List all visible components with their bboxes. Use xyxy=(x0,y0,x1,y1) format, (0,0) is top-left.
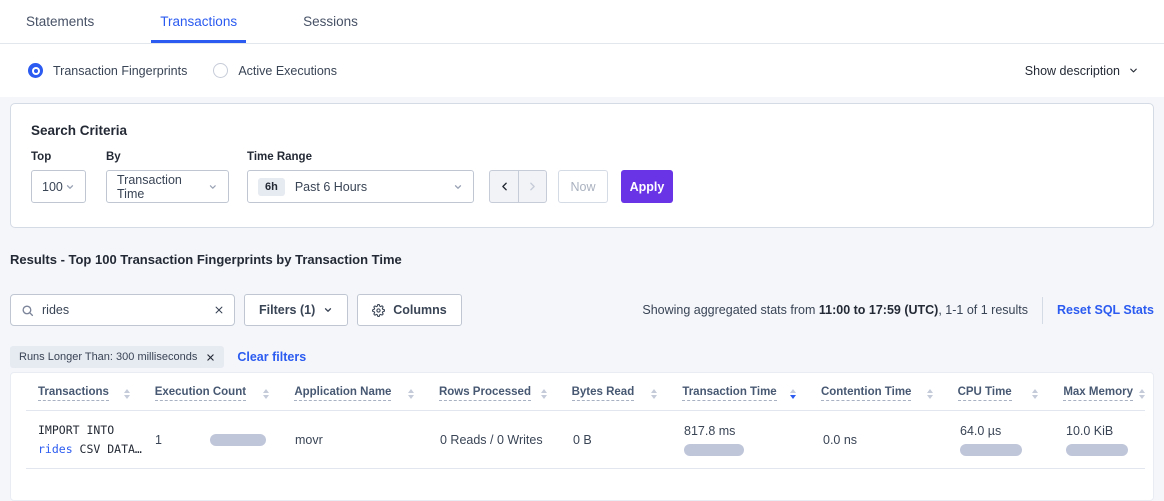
now-button[interactable]: Now xyxy=(558,170,608,203)
column-header-execution-count[interactable]: Execution Count xyxy=(155,386,295,401)
clear-filters-link[interactable]: Clear filters xyxy=(237,350,306,364)
search-criteria-title: Search Criteria xyxy=(31,123,1133,138)
chevron-down-icon xyxy=(1128,65,1139,76)
radio-selected-icon xyxy=(28,63,43,78)
cell-execution-count: 1 xyxy=(155,433,295,447)
radio-label: Active Executions xyxy=(238,64,337,78)
column-header-contention-time[interactable]: Contention Time xyxy=(821,386,958,401)
column-header-application-name[interactable]: Application Name xyxy=(294,386,439,401)
time-range-field: Time Range 6h Past 6 Hours xyxy=(247,151,474,203)
radio-unselected-icon xyxy=(213,63,228,78)
sort-icon[interactable] xyxy=(408,389,414,399)
cell-transaction-fingerprint[interactable]: IMPORT INTO rides CSV DATA… xyxy=(26,421,155,459)
time-next-button[interactable] xyxy=(518,171,546,202)
cell-bytes-read: 0 B xyxy=(573,433,684,447)
stats-time-range: 11:00 to 17:59 (UTC) xyxy=(819,303,938,317)
tab-sessions[interactable]: Sessions xyxy=(294,0,367,43)
chevron-down-icon xyxy=(208,182,218,192)
sort-icon[interactable] xyxy=(927,389,933,399)
clear-search-icon[interactable] xyxy=(214,305,224,315)
execution-count-bar xyxy=(210,434,266,446)
radio-label: Transaction Fingerprints xyxy=(53,64,187,78)
cell-application-name: movr xyxy=(295,433,440,447)
top-select[interactable]: 100 xyxy=(31,170,86,203)
sort-icon[interactable] xyxy=(1032,389,1038,399)
view-toggle-row: Transaction Fingerprints Active Executio… xyxy=(0,44,1164,97)
tab-statements[interactable]: Statements xyxy=(17,0,103,43)
cpu-time-bar xyxy=(960,444,1022,456)
radio-transaction-fingerprints[interactable]: Transaction Fingerprints xyxy=(28,63,187,78)
time-range-value: Past 6 Hours xyxy=(295,180,367,194)
by-select[interactable]: Transaction Time xyxy=(106,170,229,203)
search-criteria-form: Top 100 By Transaction Time Time Range 6… xyxy=(31,151,1133,203)
chevron-down-icon xyxy=(323,305,333,315)
cell-contention-time: 0.0 ns xyxy=(823,433,960,447)
column-header-transactions[interactable]: Transactions xyxy=(26,386,155,401)
sort-icon[interactable] xyxy=(790,389,796,399)
columns-button[interactable]: Columns xyxy=(357,294,461,326)
sql-table-link[interactable]: rides xyxy=(38,442,73,456)
cell-transaction-time: 817.8 ms xyxy=(684,424,823,456)
cell-cpu-time: 64.0 µs xyxy=(960,424,1066,456)
time-range-select[interactable]: 6h Past 6 Hours xyxy=(247,170,474,203)
radio-active-executions[interactable]: Active Executions xyxy=(213,63,337,78)
transaction-time-bar xyxy=(684,444,744,456)
sort-icon[interactable] xyxy=(651,389,657,399)
sort-icon[interactable] xyxy=(124,389,130,399)
vertical-divider xyxy=(1042,297,1043,324)
search-icon xyxy=(21,304,34,317)
page-tabs: Statements Transactions Sessions xyxy=(0,0,1164,44)
by-field: By Transaction Time xyxy=(106,151,229,203)
tab-transactions[interactable]: Transactions xyxy=(151,0,246,43)
show-description-label: Show description xyxy=(1025,64,1120,78)
results-controls-row: Filters (1) Columns Showing aggregated s… xyxy=(10,294,1154,326)
table-header-row: Transactions Execution Count Application… xyxy=(26,386,1145,411)
active-filters-row: Runs Longer Than: 300 milliseconds Clear… xyxy=(10,346,1154,368)
sort-icon[interactable] xyxy=(1139,389,1145,399)
column-header-rows-processed[interactable]: Rows Processed xyxy=(439,386,572,401)
top-field: Top 100 xyxy=(31,151,86,203)
filters-button-label: Filters (1) xyxy=(259,303,315,317)
column-header-max-memory[interactable]: Max Memory xyxy=(1063,386,1145,401)
chevron-left-icon xyxy=(498,180,511,193)
search-input[interactable] xyxy=(42,303,206,317)
sort-icon[interactable] xyxy=(541,389,547,399)
aggregated-stats-text: Showing aggregated stats from 11:00 to 1… xyxy=(642,303,1028,317)
results-heading: Results - Top 100 Transaction Fingerprin… xyxy=(10,252,1154,267)
time-nav-group xyxy=(489,170,547,203)
table-row[interactable]: IMPORT INTO rides CSV DATA… 1 movr 0 Rea… xyxy=(26,411,1145,469)
filter-pill[interactable]: Runs Longer Than: 300 milliseconds xyxy=(10,346,224,368)
filter-pill-label: Runs Longer Than: 300 milliseconds xyxy=(19,351,197,363)
reset-sql-stats-link[interactable]: Reset SQL Stats xyxy=(1057,303,1154,317)
top-select-value: 100 xyxy=(42,180,63,194)
apply-button[interactable]: Apply xyxy=(621,170,673,203)
chevron-right-icon xyxy=(526,180,539,193)
filters-button[interactable]: Filters (1) xyxy=(244,294,348,326)
show-description-toggle[interactable]: Show description xyxy=(1025,64,1139,78)
search-box[interactable] xyxy=(10,294,235,326)
by-select-value: Transaction Time xyxy=(117,173,208,201)
results-table: Transactions Execution Count Application… xyxy=(10,372,1154,501)
cell-max-memory: 10.0 KiB xyxy=(1066,424,1145,456)
time-prev-button[interactable] xyxy=(490,171,518,202)
remove-filter-icon[interactable] xyxy=(206,353,215,362)
time-range-label: Time Range xyxy=(247,151,474,163)
column-header-bytes-read[interactable]: Bytes Read xyxy=(572,386,683,401)
chevron-down-icon xyxy=(65,182,75,192)
top-label: Top xyxy=(31,151,86,163)
chevron-down-icon xyxy=(453,182,463,192)
sort-icon[interactable] xyxy=(263,389,269,399)
search-criteria-card: Search Criteria Top 100 By Transaction T… xyxy=(10,103,1154,228)
column-header-cpu-time[interactable]: CPU Time xyxy=(958,386,1064,401)
gear-icon xyxy=(372,304,385,317)
columns-button-label: Columns xyxy=(393,303,446,317)
column-header-transaction-time[interactable]: Transaction Time xyxy=(682,386,821,401)
time-range-badge: 6h xyxy=(258,178,285,196)
cell-rows-processed: 0 Reads / 0 Writes xyxy=(440,433,573,447)
by-label: By xyxy=(106,151,229,163)
max-memory-bar xyxy=(1066,444,1128,456)
